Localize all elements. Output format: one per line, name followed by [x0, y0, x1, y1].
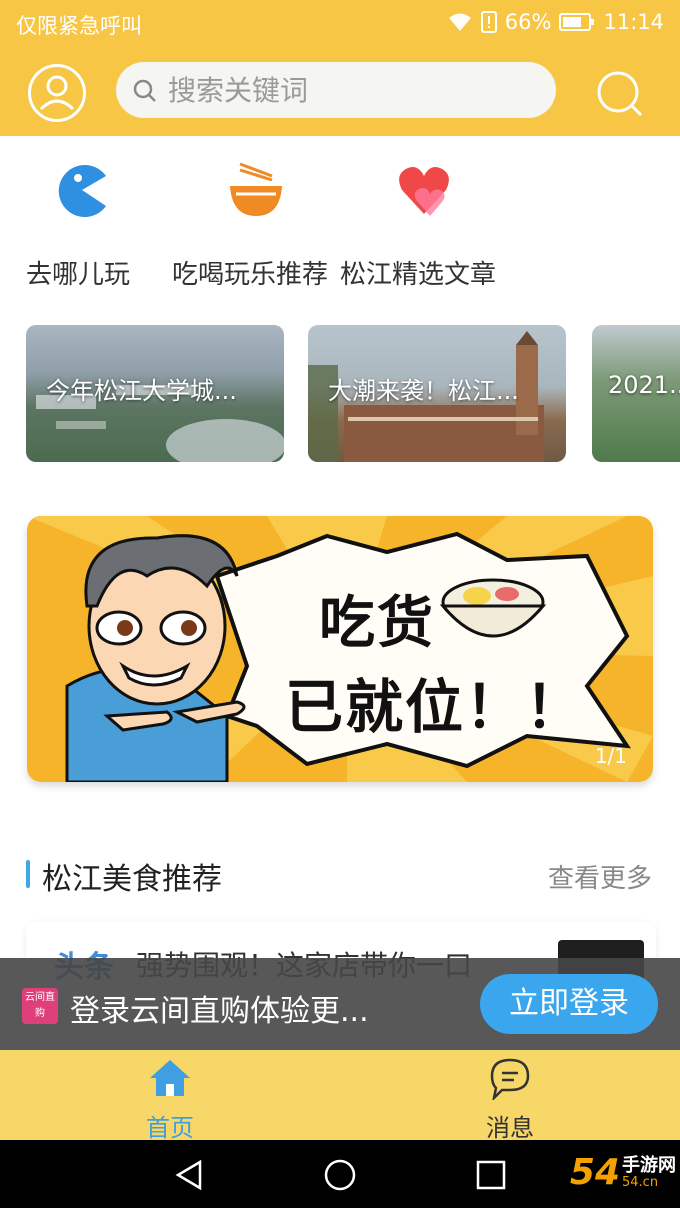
carousel-card[interactable]: 大潮来袭！松江...	[308, 325, 566, 462]
login-prompt-bar: 云间直购 登录云间直购体验更... 立即登录	[0, 958, 680, 1050]
system-nav-bar: 54 手游网 54.cn	[0, 1140, 680, 1208]
back-icon[interactable]	[172, 1158, 206, 1192]
battery-percent: 66%	[504, 10, 552, 34]
tab-home[interactable]: 首页	[110, 1056, 230, 1142]
heart-icon	[399, 167, 449, 216]
app-logo: 云间直购	[22, 988, 58, 1024]
nav-label: 松江精选文章	[340, 260, 497, 290]
site-watermark: 54 手游网 54.cn	[570, 1152, 676, 1193]
banner-subheadline: 已就位！！	[285, 673, 586, 741]
card-caption: 今年松江大学城...	[46, 377, 237, 405]
carousel-card[interactable]: 今年松江大学城...	[26, 325, 284, 462]
card-caption: 大潮来袭！松江...	[328, 377, 519, 405]
section-title: 松江美食推荐	[42, 862, 222, 897]
pacman-icon	[58, 165, 106, 217]
banner-page-indicator: 1/1	[594, 744, 627, 768]
section-accent-bar	[26, 860, 30, 888]
carousel-card[interactable]: 2021...	[592, 325, 680, 462]
promo-banner[interactable]: 吃货 已就位！！ 1/1	[27, 516, 653, 782]
tab-label: 消息	[486, 1114, 534, 1142]
wifi-icon	[447, 11, 473, 33]
user-icon	[39, 75, 75, 111]
quick-nav: 去哪儿玩 吃喝玩乐推荐 松江精选文章	[0, 150, 680, 290]
featured-carousel: 今年松江大学城... 大潮来袭！松江... 2021...	[26, 325, 680, 462]
profile-button[interactable]	[28, 64, 86, 122]
watermark-domain: 54.cn	[622, 1174, 659, 1190]
status-icons: 66% 11:14	[447, 10, 664, 34]
search-icon	[133, 79, 156, 102]
search-bar[interactable]	[116, 62, 556, 118]
nav-label: 去哪儿玩	[26, 260, 131, 290]
login-button[interactable]: 立即登录	[480, 974, 658, 1034]
watermark-number: 54	[569, 1152, 620, 1193]
home-icon	[150, 1060, 190, 1096]
clock: 11:14	[603, 10, 664, 34]
tab-messages[interactable]: 消息	[450, 1056, 570, 1142]
sim-alert-icon	[480, 11, 497, 33]
section-header: 松江美食推荐 查看更多	[0, 852, 680, 898]
bottom-tab-bar: 首页 消息	[0, 1050, 680, 1142]
search-input[interactable]	[168, 70, 538, 110]
chat-icon	[490, 1058, 530, 1100]
carrier-text: 仅限紧急呼叫	[16, 14, 142, 38]
app-header	[0, 48, 680, 136]
nav-label: 吃喝玩乐推荐	[172, 260, 329, 290]
status-bar: 仅限紧急呼叫 66% 11:14	[0, 0, 680, 48]
tab-label: 首页	[146, 1114, 194, 1142]
view-more-link[interactable]: 查看更多	[548, 858, 652, 895]
login-prompt-text: 登录云间直购体验更...	[70, 994, 369, 1029]
search-icon	[597, 71, 643, 117]
home-circle-icon[interactable]	[323, 1158, 357, 1192]
battery-icon	[559, 13, 595, 31]
recents-icon[interactable]	[474, 1158, 508, 1192]
header-search-button[interactable]	[594, 68, 646, 120]
watermark-text: 手游网	[622, 1154, 676, 1176]
banner-headline: 吃货	[319, 591, 435, 656]
bowl-icon	[230, 162, 282, 216]
card-caption: 2021...	[608, 371, 680, 399]
